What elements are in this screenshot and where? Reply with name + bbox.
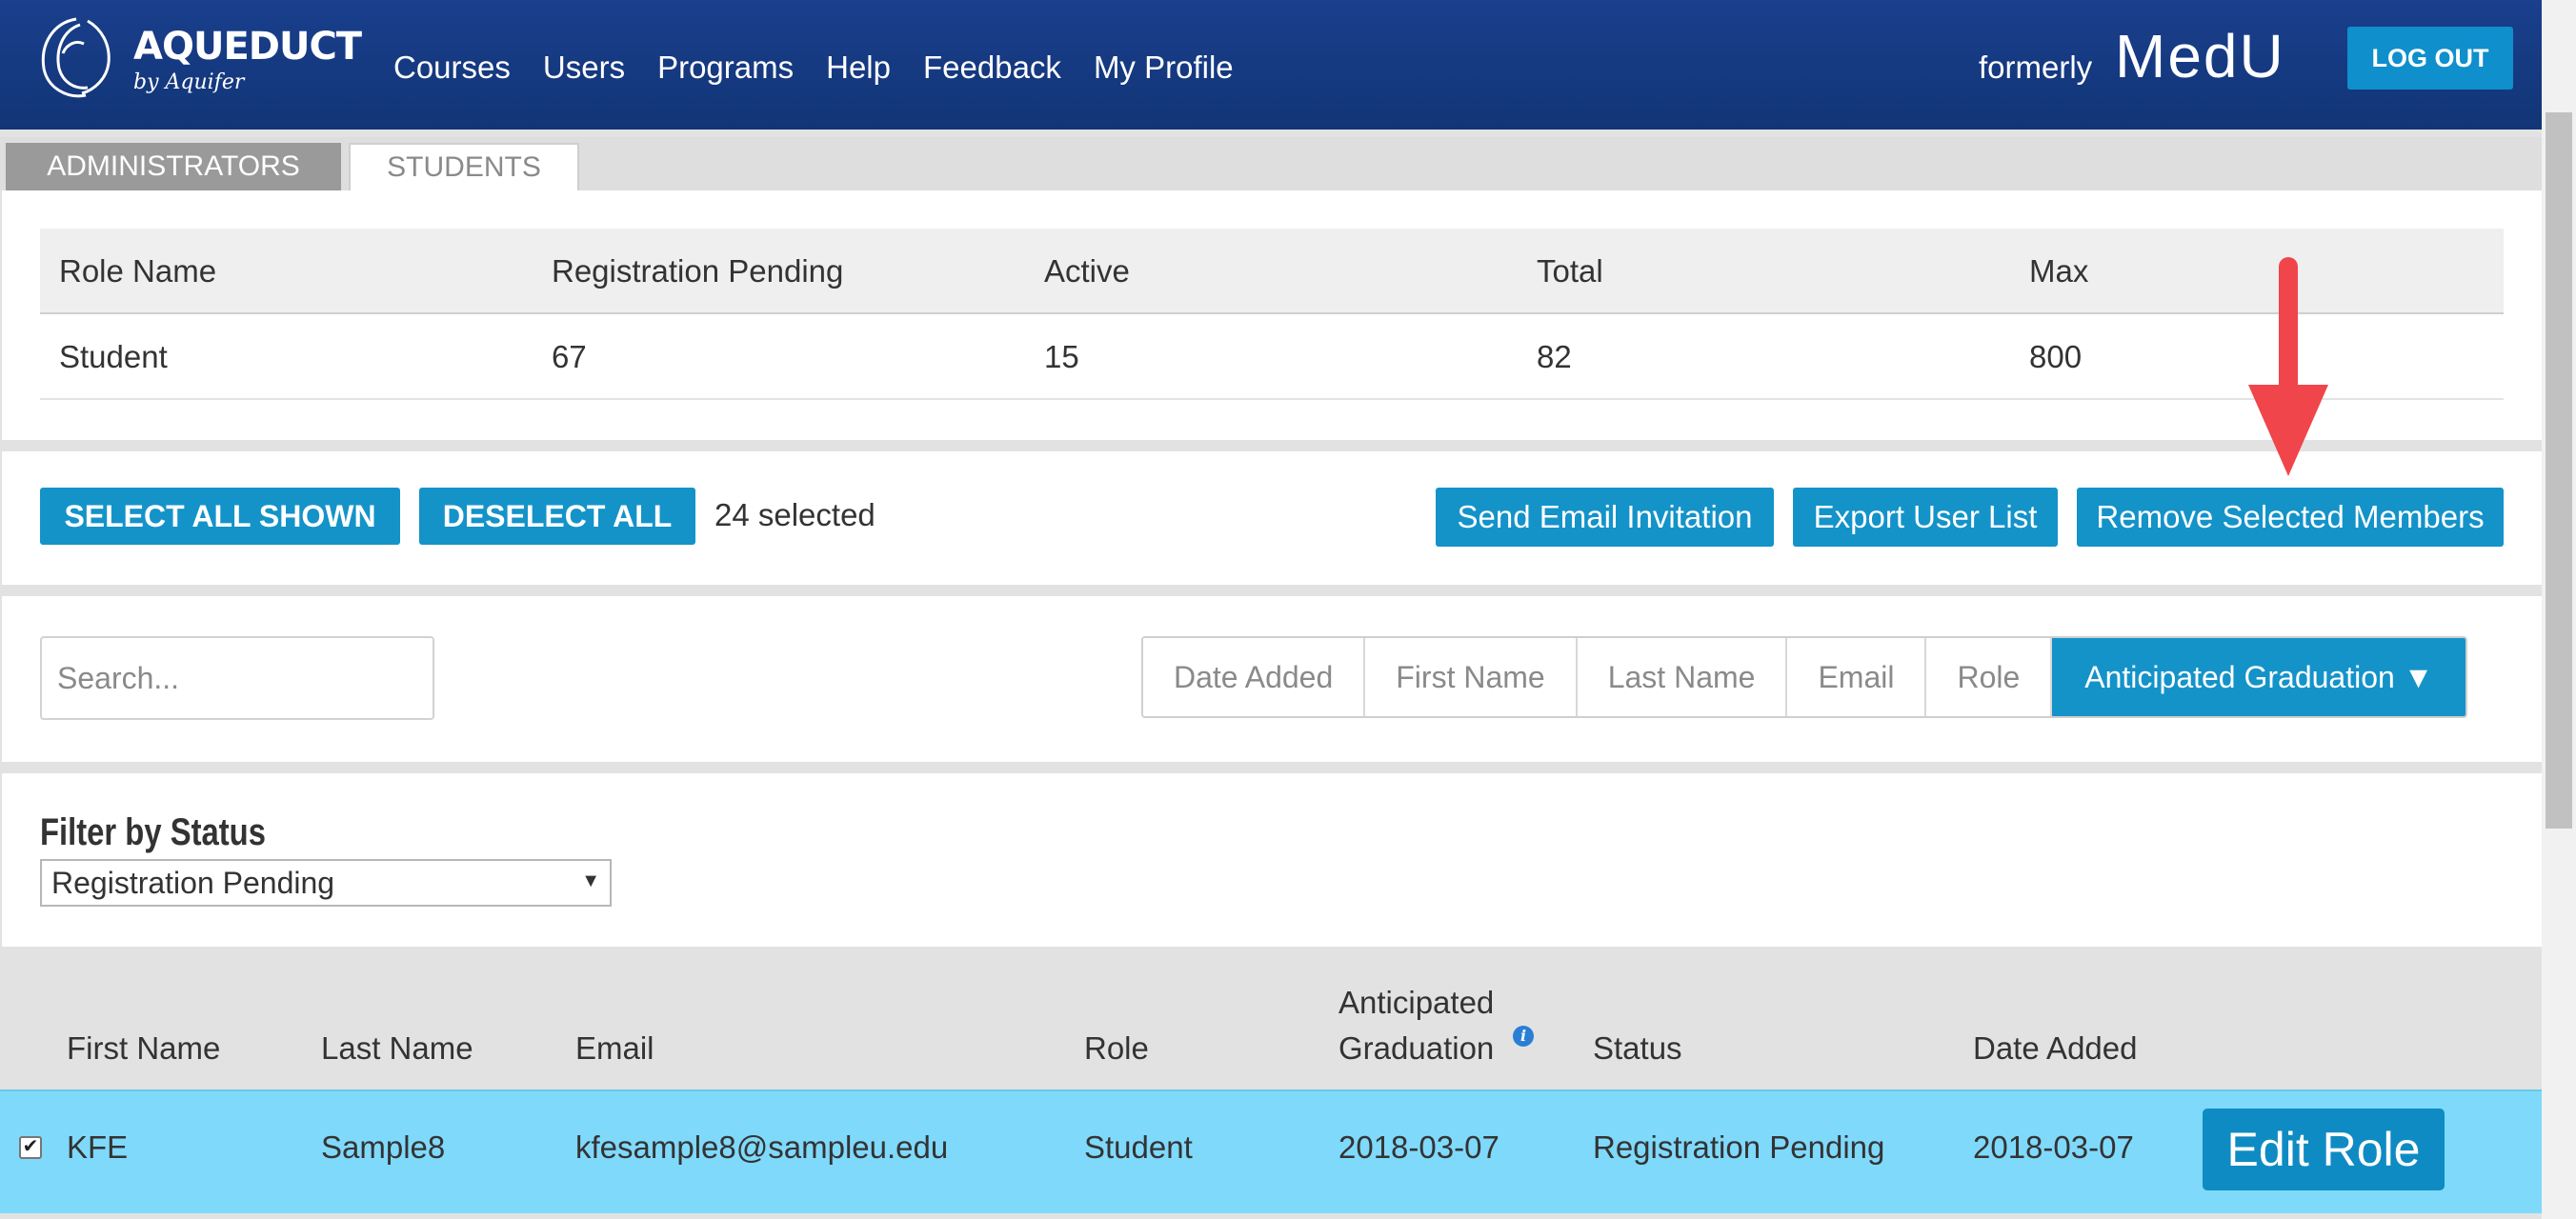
status-filter-select[interactable]: Registration Pending ▼	[40, 859, 612, 907]
role-cell-registration-pending: 67	[552, 339, 587, 374]
checkmark-icon: ✔	[22, 1136, 39, 1157]
info-icon[interactable]: i	[1513, 1026, 1534, 1047]
sort-role[interactable]: Role	[1926, 638, 2053, 716]
row-status: Registration Pending	[1593, 1129, 1885, 1165]
role-cell-name: Student	[59, 339, 168, 374]
annotation-arrow-icon	[2248, 257, 2328, 476]
users-header-role[interactable]: Role	[1084, 1030, 1149, 1067]
edit-role-button[interactable]: Edit Role	[2203, 1109, 2445, 1190]
medu-brand: MedU	[2115, 22, 2285, 90]
main-nav: Courses Users Programs Help Feedback My …	[393, 50, 1234, 86]
select-all-shown-button[interactable]: SELECT ALL SHOWN	[40, 488, 400, 545]
sort-button-group: Date Added First Name Last Name Email Ro…	[1141, 636, 2468, 718]
users-header-anticipated[interactable]: Anticipated	[1338, 985, 1494, 1021]
status-filter-value: Registration Pending	[51, 865, 335, 900]
formerly-label: formerly	[1979, 50, 2093, 85]
logo-subtitle: by Aquifer	[133, 70, 245, 94]
role-table-header	[40, 229, 2504, 314]
role-cell-max: 800	[2029, 339, 2083, 374]
users-header-date-added[interactable]: Date Added	[1973, 1030, 2137, 1067]
row-first-name: KFE	[67, 1129, 129, 1165]
role-header-total: Total	[1537, 253, 1603, 289]
export-user-list-button[interactable]: Export User List	[1793, 488, 2058, 547]
nav-my-profile[interactable]: My Profile	[1094, 50, 1234, 86]
role-header-registration-pending: Registration Pending	[552, 253, 844, 289]
users-header-first-name[interactable]: First Name	[67, 1030, 220, 1067]
sort-anticipated-graduation[interactable]: Anticipated Graduation ▼	[2052, 638, 2466, 716]
sort-first-name[interactable]: First Name	[1365, 638, 1578, 716]
row-role: Student	[1084, 1129, 1193, 1165]
nav-users[interactable]: Users	[543, 50, 625, 86]
dropdown-arrow-icon: ▼	[581, 870, 600, 891]
selected-count: 24 selected	[714, 497, 875, 532]
tab-administrators[interactable]: ADMINISTRATORS	[6, 143, 341, 190]
search-input[interactable]	[40, 636, 434, 720]
row-select-checkbox[interactable]: ✔	[19, 1136, 42, 1159]
users-header-last-name[interactable]: Last Name	[321, 1030, 473, 1067]
aqueduct-logo-icon[interactable]	[34, 15, 118, 101]
users-header-status[interactable]: Status	[1593, 1030, 1682, 1067]
nav-programs[interactable]: Programs	[657, 50, 794, 86]
send-email-invitation-button[interactable]: Send Email Invitation	[1436, 488, 1774, 547]
row-date-added: 2018-03-07	[1973, 1129, 2134, 1165]
logout-button[interactable]: LOG OUT	[2347, 27, 2513, 90]
role-table-row	[40, 314, 2504, 400]
scrollbar-thumb[interactable]	[2546, 112, 2572, 829]
nav-feedback[interactable]: Feedback	[923, 50, 1061, 86]
role-cell-active: 15	[1044, 339, 1079, 374]
filter-by-status-title: Filter by Status	[40, 811, 266, 853]
users-header-graduation[interactable]: Graduation	[1338, 1030, 1494, 1067]
deselect-all-button[interactable]: DESELECT ALL	[419, 488, 695, 545]
nav-courses[interactable]: Courses	[393, 50, 511, 86]
top-header: AQUEDUCT by Aquifer Courses Users Progra…	[0, 0, 2576, 130]
role-header-max: Max	[2029, 253, 2089, 289]
users-header-email[interactable]: Email	[575, 1030, 654, 1067]
role-header-role-name: Role Name	[59, 253, 217, 289]
remove-selected-members-button[interactable]: Remove Selected Members	[2077, 488, 2504, 547]
tab-students[interactable]: STUDENTS	[349, 143, 579, 190]
sort-date-added[interactable]: Date Added	[1143, 638, 1366, 716]
role-cell-total: 82	[1537, 339, 1572, 374]
nav-help[interactable]: Help	[826, 50, 891, 86]
row-last-name: Sample8	[321, 1129, 446, 1165]
role-header-active: Active	[1044, 253, 1130, 289]
sort-last-name[interactable]: Last Name	[1577, 638, 1788, 716]
logo-title: AQUEDUCT	[133, 25, 362, 69]
sort-email[interactable]: Email	[1787, 638, 1927, 716]
row-anticipated-graduation: 2018-03-07	[1338, 1129, 1499, 1165]
row-email: kfesample8@sampleu.edu	[575, 1129, 949, 1165]
